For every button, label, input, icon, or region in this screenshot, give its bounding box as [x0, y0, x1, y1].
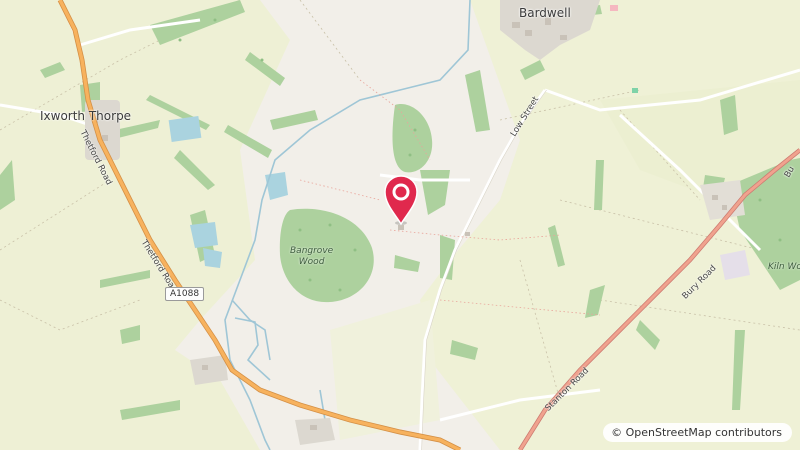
wood-label-bangrove: Bangrove Wood: [290, 246, 334, 267]
map-canvas[interactable]: Bardwell Ixworth Thorpe Bangrove Wood Ki…: [0, 0, 800, 450]
map-attribution[interactable]: © OpenStreetMap contributors: [603, 423, 792, 442]
wood-label-kiln: Kiln Wo: [768, 262, 800, 272]
road-shield-a1088: A1088: [165, 287, 205, 301]
attribution-text[interactable]: © OpenStreetMap contributors: [611, 426, 782, 439]
place-label-bardwell: Bardwell: [519, 6, 571, 20]
location-pin-icon[interactable]: [381, 174, 421, 226]
place-label-ixworth-thorpe: Ixworth Thorpe: [40, 109, 132, 123]
